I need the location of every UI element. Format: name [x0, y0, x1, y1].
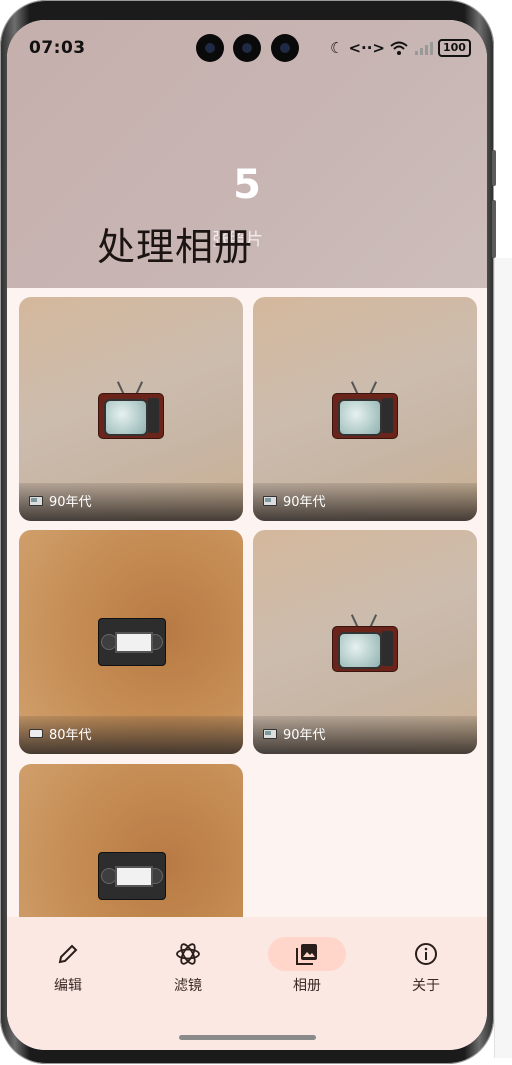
- tv-small-icon: [29, 495, 43, 506]
- status-bar: 07:03 ☾ <··> 100: [7, 20, 487, 74]
- camera-icon: [271, 34, 299, 62]
- battery-icon: 100: [438, 39, 471, 57]
- signal-icon: [415, 42, 433, 55]
- photo-library-icon: [268, 937, 346, 971]
- info-icon: [387, 937, 465, 971]
- era-label: 90年代: [49, 495, 92, 510]
- nav-item-filters[interactable]: 滤镜: [143, 937, 233, 995]
- atom-icon: [149, 937, 227, 971]
- tv-small-icon: [263, 728, 277, 739]
- photo-card[interactable]: 90年代: [253, 530, 477, 754]
- pencil-icon: [29, 937, 107, 971]
- wifi-icon: [390, 41, 408, 55]
- era-label: 80年代: [49, 728, 92, 743]
- nav-item-edit[interactable]: 编辑: [23, 937, 113, 995]
- tv-icon: [332, 381, 398, 439]
- camera-icon: [196, 34, 224, 62]
- app-screen: 07:03 ☾ <··> 100 5 张照片 处理相册 90年代 90年代 80…: [7, 20, 487, 1050]
- tv-icon: [332, 614, 398, 672]
- bottom-navigation: 编辑 滤镜 相册 关于: [7, 917, 487, 1050]
- card-label: 90年代: [263, 491, 326, 510]
- nav-item-about[interactable]: 关于: [381, 937, 471, 995]
- home-indicator[interactable]: [179, 1035, 316, 1040]
- photo-count: 5: [233, 162, 261, 208]
- nav-label: 关于: [412, 978, 440, 994]
- card-label: 90年代: [263, 724, 326, 743]
- background-window-edge: [494, 258, 512, 1058]
- era-label: 90年代: [283, 728, 326, 743]
- photo-card[interactable]: 90年代: [19, 297, 243, 521]
- era-label: 90年代: [283, 495, 326, 510]
- tv-small-icon: [263, 495, 277, 506]
- page-title: 处理相册: [97, 225, 254, 269]
- vhs-small-icon: [29, 729, 43, 738]
- moon-icon: ☾: [330, 39, 344, 57]
- card-label: 80年代: [29, 724, 92, 743]
- status-icons: ☾ <··> 100: [330, 35, 471, 61]
- nav-item-album[interactable]: 相册: [262, 937, 352, 995]
- nav-label: 滤镜: [174, 978, 202, 994]
- album-header: 07:03 ☾ <··> 100 5 张照片 处理相册: [7, 20, 487, 288]
- vhs-tape-icon: [98, 852, 166, 900]
- photo-card[interactable]: 90年代: [253, 297, 477, 521]
- nav-label: 相册: [293, 978, 321, 994]
- camera-icon: [233, 34, 261, 62]
- phone-frame: 07:03 ☾ <··> 100 5 张照片 处理相册 90年代 90年代 80…: [0, 0, 496, 1064]
- network-icon: <··>: [348, 39, 385, 57]
- power-button: [492, 200, 496, 258]
- card-label: 90年代: [29, 491, 92, 510]
- volume-button: [492, 150, 496, 186]
- nav-label: 编辑: [54, 978, 82, 994]
- status-time: 07:03: [29, 38, 86, 58]
- photo-card[interactable]: 80年代: [19, 530, 243, 754]
- vhs-tape-icon: [98, 618, 166, 666]
- tv-icon: [98, 381, 164, 439]
